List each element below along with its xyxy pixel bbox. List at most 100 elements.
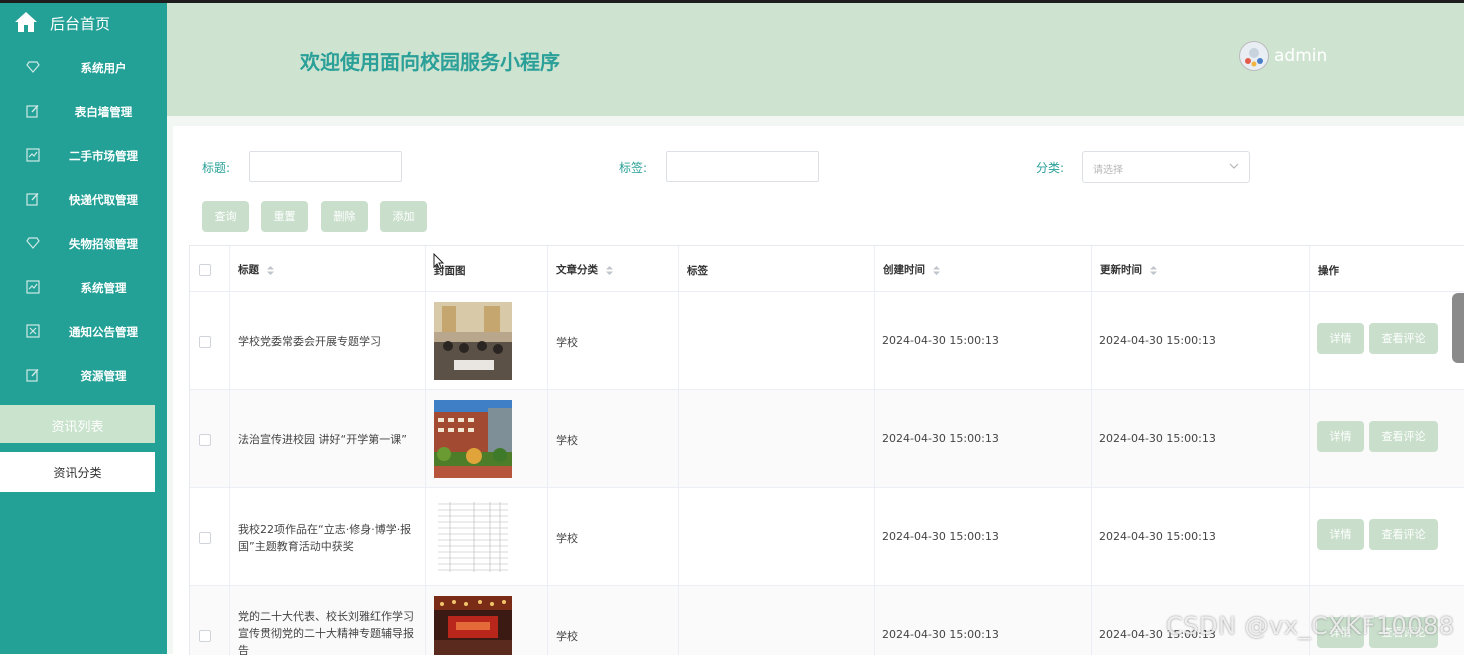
view-comments-button[interactable]: 查看评论	[1369, 421, 1438, 452]
tag-cell	[679, 488, 875, 586]
sidebar-item-label: 失物招领管理	[69, 237, 138, 251]
table-header-tag: 标签	[679, 246, 875, 292]
header-label: 操作	[1318, 265, 1339, 277]
row-created: 2024-04-30 15:00:13	[882, 530, 999, 543]
tag-cell	[679, 586, 875, 655]
cover-image[interactable]	[434, 498, 512, 576]
table-row: 学校党委常委会开展专题学习 学校 2024-04-30 15:00:13 202…	[190, 292, 1464, 390]
title-filter-input[interactable]	[249, 151, 402, 182]
sidebar-subitem-label: 资讯列表	[51, 420, 104, 435]
table-header-category[interactable]: 文章分类	[548, 246, 679, 292]
row-category: 学校	[556, 630, 578, 643]
created-cell: 2024-04-30 15:00:13	[875, 586, 1092, 655]
title-cell: 学校党委常委会开展专题学习	[230, 292, 426, 390]
sidebar-item-resources[interactable]: 资源管理	[0, 355, 167, 399]
table-header-created[interactable]: 创建时间	[875, 246, 1092, 292]
category-cell: 学校	[548, 488, 679, 586]
delete-button[interactable]: 删除	[321, 201, 368, 232]
chart-icon	[26, 148, 40, 162]
row-checkbox[interactable]	[199, 630, 211, 642]
header-label: 标题	[238, 264, 259, 276]
table-row: 法治宣传进校园 讲好“开学第一课” 学校 2024-04-30 15:00:13…	[190, 390, 1464, 488]
header-label: 标签	[687, 265, 708, 277]
tag-filter-label: 标签:	[619, 161, 648, 175]
detail-button[interactable]: 详情	[1317, 323, 1364, 354]
watermark: CSDN @vx_CXKF10088	[1166, 612, 1455, 640]
row-updated: 2024-04-30 15:00:13	[1099, 530, 1216, 543]
row-title: 法治宣传进校园 讲好“开学第一课”	[238, 433, 407, 446]
row-created: 2024-04-30 15:00:13	[882, 334, 999, 347]
row-category: 学校	[556, 434, 578, 447]
header-label: 更新时间	[1100, 264, 1142, 276]
add-button[interactable]: 添加	[380, 201, 427, 232]
sidebar-item-users[interactable]: 系统用户	[0, 47, 167, 91]
table-header-title[interactable]: 标题	[230, 246, 426, 292]
sidebar-home-label: 后台首页	[50, 15, 111, 33]
mouse-cursor-icon	[433, 253, 445, 270]
diamond-icon	[26, 237, 40, 249]
cover-image[interactable]	[434, 596, 512, 655]
user-name[interactable]: admin	[1274, 46, 1327, 66]
cover-cell	[426, 292, 548, 390]
category-filter-label: 分类:	[1036, 161, 1065, 175]
reset-button[interactable]: 重置	[261, 201, 308, 232]
view-comments-button[interactable]: 查看评论	[1369, 519, 1438, 550]
created-cell: 2024-04-30 15:00:13	[875, 292, 1092, 390]
avatar[interactable]	[1239, 41, 1269, 71]
vertical-scrollbar-thumb[interactable]	[1452, 293, 1464, 363]
row-updated: 2024-04-30 15:00:13	[1099, 432, 1216, 445]
table-header-actions: 操作	[1310, 246, 1464, 292]
category-select-placeholder: 请选择	[1093, 165, 1123, 176]
sidebar-subitem-news-list[interactable]: 资讯列表	[0, 405, 155, 443]
chart-icon	[26, 280, 40, 294]
sidebar-item-notice[interactable]: 通知公告管理	[0, 311, 167, 355]
sidebar-item-wall[interactable]: 表白墙管理	[0, 91, 167, 135]
category-cell: 学校	[548, 586, 679, 655]
created-cell: 2024-04-30 15:00:13	[875, 488, 1092, 586]
chevron-down-icon	[1229, 163, 1239, 169]
table-header-select	[190, 246, 230, 292]
row-select-cell	[190, 390, 230, 488]
row-checkbox[interactable]	[199, 434, 211, 446]
row-created: 2024-04-30 15:00:13	[882, 432, 999, 445]
edit-icon	[26, 369, 39, 382]
meeting-photo-icon	[434, 302, 512, 380]
detail-button[interactable]: 详情	[1317, 421, 1364, 452]
title-cell: 我校22项作品在“立志·修身·博学·报国”主题教育活动中获奖	[230, 488, 426, 586]
sidebar-subitem-label: 资讯分类	[53, 466, 102, 480]
cover-image[interactable]	[434, 302, 512, 380]
query-button[interactable]: 查询	[202, 201, 249, 232]
row-created: 2024-04-30 15:00:13	[882, 628, 999, 641]
building-photo-icon	[434, 400, 512, 478]
tag-filter-input[interactable]	[666, 151, 819, 182]
sidebar-item-system[interactable]: 系统管理	[0, 267, 167, 311]
row-checkbox[interactable]	[199, 336, 211, 348]
row-title: 我校22项作品在“立志·修身·博学·报国”主题教育活动中获奖	[238, 523, 412, 553]
sort-icon	[932, 265, 940, 275]
diamond-icon	[26, 61, 40, 73]
title-cell: 法治宣传进校园 讲好“开学第一课”	[230, 390, 426, 488]
sidebar-item-label: 系统用户	[80, 61, 127, 75]
page-title: 欢迎使用面向校园服务小程序	[300, 50, 560, 74]
title-filter-label: 标题:	[202, 161, 231, 175]
sidebar-item-express[interactable]: 快递代取管理	[0, 179, 167, 223]
updated-cell: 2024-04-30 15:00:13	[1092, 390, 1310, 488]
row-select-cell	[190, 292, 230, 390]
sidebar-subitem-news-category[interactable]: 资讯分类	[0, 452, 155, 492]
table-header-updated[interactable]: 更新时间	[1092, 246, 1310, 292]
content-separator	[167, 116, 1464, 126]
sidebar-home[interactable]: 后台首页	[0, 3, 167, 43]
row-updated: 2024-04-30 15:00:13	[1099, 334, 1216, 347]
row-title: 党的二十大代表、校长刘雅红作学习宣传贯彻党的二十大精神专题辅导报告	[238, 610, 414, 655]
row-checkbox[interactable]	[199, 532, 211, 544]
detail-button[interactable]: 详情	[1317, 519, 1364, 550]
select-all-checkbox[interactable]	[199, 264, 211, 276]
sidebar-item-market[interactable]: 二手市场管理	[0, 135, 167, 179]
row-category: 学校	[556, 336, 578, 349]
category-cell: 学校	[548, 292, 679, 390]
view-comments-button[interactable]: 查看评论	[1369, 323, 1438, 354]
sidebar-item-lost-found[interactable]: 失物招领管理	[0, 223, 167, 267]
category-select[interactable]: 请选择	[1082, 151, 1250, 183]
news-table: 标题 封面图 文章分类 标签 创建时间 更新时间 操作 学校党委常委会开展专题学…	[189, 245, 1464, 655]
cover-image[interactable]	[434, 400, 512, 478]
